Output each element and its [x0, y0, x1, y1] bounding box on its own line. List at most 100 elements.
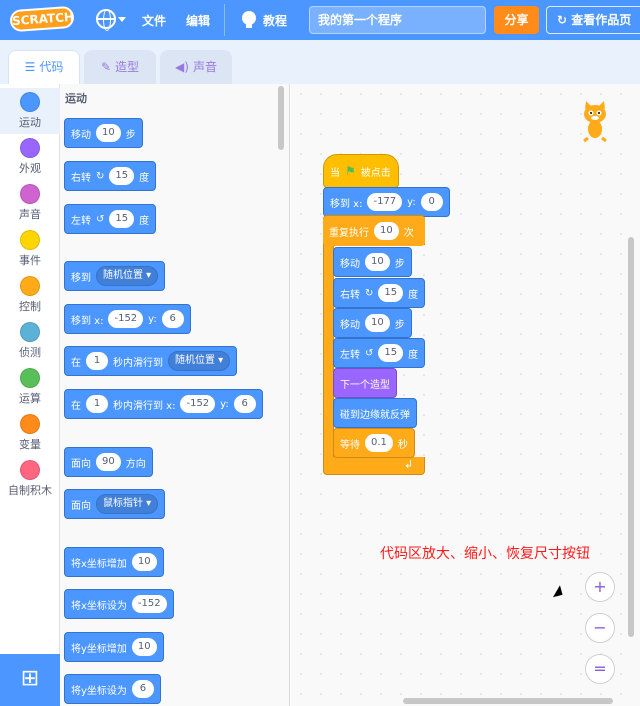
category-control[interactable]: 控制: [0, 272, 60, 318]
tab-sounds[interactable]: ◀) 声音: [160, 50, 232, 84]
block-when-flag-clicked[interactable]: 当 ⚑ 被点击: [323, 154, 399, 188]
share-button[interactable]: 分享: [494, 6, 539, 34]
block-dropdown[interactable]: 随机位置: [96, 266, 159, 286]
block-point-direction[interactable]: 面向 90 方向: [64, 447, 153, 477]
editor-tabs: ☰ 代码 ✎ 造型 ◀) 声音: [0, 40, 640, 84]
category-label: 运动: [19, 116, 41, 129]
block-repeat[interactable]: 重复执行 10 次: [323, 216, 425, 246]
block-text: 右转: [340, 289, 360, 301]
chevron-down-icon[interactable]: [118, 17, 126, 22]
block-bounce-on-edge[interactable]: 碰到边缘就反弹: [333, 398, 417, 428]
block-input[interactable]: 15: [378, 284, 404, 302]
block-move-steps[interactable]: 移动 10 步: [333, 247, 412, 277]
category-my-blocks[interactable]: 自制积木: [0, 456, 60, 502]
category-label: 自制积木: [8, 484, 52, 497]
green-flag-icon: ⚑: [345, 164, 356, 178]
block-goto[interactable]: 移到 随机位置: [64, 261, 166, 291]
edit-menu[interactable]: 编辑: [186, 12, 210, 29]
block-text: 在: [71, 357, 81, 369]
zoom-out-button[interactable]: −: [585, 613, 615, 643]
block-text: 度: [408, 349, 419, 361]
category-label: 运算: [19, 392, 41, 405]
block-input[interactable]: 15: [109, 167, 135, 185]
block-input[interactable]: 1: [86, 352, 108, 370]
category-looks[interactable]: 外观: [0, 134, 60, 180]
block-set-y[interactable]: 将y坐标设为 6: [64, 674, 161, 704]
block-text: 方向: [125, 458, 146, 470]
zoom-reset-icon: =: [593, 659, 607, 678]
tab-costumes-label: 造型: [115, 60, 140, 74]
tab-code[interactable]: ☰ 代码: [8, 50, 80, 84]
see-project-label: 查看作品页: [571, 13, 632, 27]
category-dot: [20, 230, 40, 250]
category-operators[interactable]: 运算: [0, 364, 60, 410]
zoom-out-icon: −: [593, 618, 607, 637]
see-project-page-button[interactable]: ↻ 查看作品页: [546, 6, 640, 34]
block-goto-xy[interactable]: 移到 x: -177 y: 0: [323, 187, 450, 217]
lightbulb-icon[interactable]: [242, 11, 256, 28]
palette-scrollbar[interactable]: [278, 86, 284, 150]
scratch-logo[interactable]: SCRATCH: [9, 5, 75, 33]
block-input[interactable]: 6: [161, 310, 184, 328]
workspace-horizontal-scrollbar[interactable]: [403, 698, 613, 704]
block-change-x[interactable]: 将x坐标增加 10: [64, 547, 164, 577]
block-input[interactable]: 0.1: [365, 434, 393, 452]
category-variables[interactable]: 变量: [0, 410, 60, 456]
block-set-x[interactable]: 将x坐标设为 -152: [64, 589, 174, 619]
block-change-y[interactable]: 将y坐标增加 10: [64, 632, 164, 662]
block-input[interactable]: -152: [108, 310, 144, 328]
block-input[interactable]: 90: [96, 453, 121, 471]
block-input[interactable]: 15: [378, 344, 404, 362]
block-turn-left[interactable]: 左转 ↺ 15 度: [333, 338, 426, 368]
category-label: 事件: [19, 254, 41, 267]
block-input[interactable]: 6: [233, 395, 256, 413]
workspace-vertical-scrollbar[interactable]: [628, 237, 634, 637]
tutorials-menu[interactable]: 教程: [263, 12, 287, 29]
block-dropdown[interactable]: 随机位置: [168, 351, 231, 371]
block-turn-left[interactable]: 左转 ↺ 15 度: [64, 204, 157, 234]
globe-icon[interactable]: [96, 9, 116, 31]
block-text: 右转: [71, 172, 91, 184]
category-label: 声音: [19, 208, 41, 221]
category-label: 外观: [19, 162, 41, 175]
block-move-steps[interactable]: 移动 10 步: [64, 118, 143, 148]
block-turn-right[interactable]: 右转 ↻ 15 度: [333, 278, 426, 308]
category-events[interactable]: 事件: [0, 226, 60, 272]
block-input[interactable]: 1: [86, 395, 108, 413]
block-point-towards[interactable]: 面向 鼠标指针: [64, 489, 166, 519]
block-glide[interactable]: 在 1 秒内滑行到 随机位置: [64, 346, 238, 376]
block-input[interactable]: -152: [131, 595, 167, 613]
add-extension-button[interactable]: ⊞: [0, 654, 60, 706]
block-input[interactable]: 10: [365, 253, 390, 271]
tab-costumes[interactable]: ✎ 造型: [84, 50, 156, 84]
file-menu[interactable]: 文件: [142, 12, 166, 29]
block-input[interactable]: 10: [374, 222, 399, 240]
block-input[interactable]: 10: [96, 124, 121, 142]
zoom-in-button[interactable]: +: [585, 572, 615, 602]
block-input[interactable]: 10: [131, 638, 157, 656]
project-title-input[interactable]: 我的第一个程序: [309, 6, 486, 34]
block-turn-right[interactable]: 右转 ↻ 15 度: [64, 161, 157, 191]
category-sound[interactable]: 声音: [0, 180, 60, 226]
rotate-counterclockwise-icon: ↺: [365, 347, 374, 359]
category-sensing[interactable]: 侦测: [0, 318, 60, 364]
zoom-reset-button[interactable]: =: [585, 654, 615, 684]
block-input[interactable]: 15: [109, 210, 135, 228]
category-dot: [20, 184, 40, 204]
block-move-steps[interactable]: 移动 10 步: [333, 308, 412, 338]
category-motion[interactable]: 运动: [0, 88, 60, 134]
block-text: 移到 x:: [71, 315, 104, 327]
block-text: 在: [71, 400, 81, 412]
block-input[interactable]: 10: [365, 314, 390, 332]
block-glide-xy[interactable]: 在 1 秒内滑行到 x: -152 y: 6: [64, 389, 263, 419]
block-input[interactable]: 10: [131, 553, 157, 571]
block-input[interactable]: 6: [131, 680, 154, 698]
block-dropdown[interactable]: 鼠标指针: [96, 494, 159, 514]
block-next-costume[interactable]: 下一个造型: [333, 368, 397, 398]
block-goto-xy[interactable]: 移到 x: -152 y: 6: [64, 304, 191, 334]
block-wait[interactable]: 等待 0.1 秒: [333, 428, 415, 458]
block-input[interactable]: -152: [180, 395, 216, 413]
block-input[interactable]: 0: [420, 193, 443, 211]
block-text: 移动: [340, 319, 360, 331]
block-input[interactable]: -177: [367, 193, 403, 211]
